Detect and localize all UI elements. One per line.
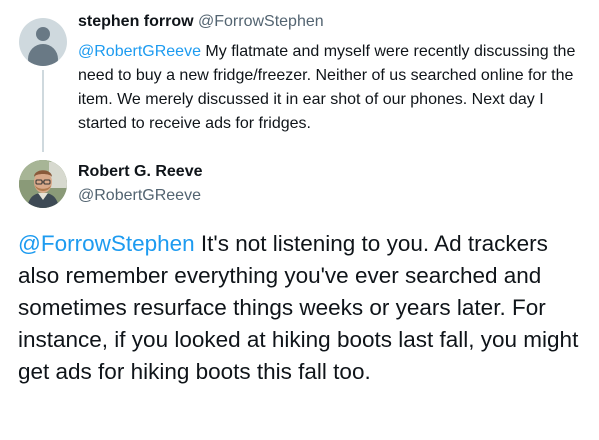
main-author-handle[interactable]: @RobertGReeve — [78, 186, 201, 206]
thread-connector-line — [42, 70, 44, 152]
main-tweet-text: @ForrowStephen It's not listening to you… — [18, 228, 588, 388]
default-profile-icon[interactable] — [19, 18, 67, 66]
reply-mention-link[interactable]: @RobertGReeve — [78, 43, 201, 60]
profile-photo-avatar[interactable] — [19, 160, 67, 208]
reply-author-name[interactable]: stephen forrow — [78, 13, 194, 30]
main-mention-link[interactable]: @ForrowStephen — [18, 231, 195, 256]
profile-photo-icon — [19, 160, 67, 208]
reply-tweet-text: @RobertGReeve My flatmate and myself wer… — [78, 40, 588, 136]
main-author-name[interactable]: Robert G. Reeve — [78, 162, 202, 182]
reply-tweet[interactable]: stephen forrow @ForrowStephen @RobertGRe… — [0, 0, 599, 152]
main-tweet[interactable]: Robert G. Reeve @RobertGReeve @ForrowSte… — [0, 150, 599, 440]
reply-author-handle[interactable]: @ForrowStephen — [198, 13, 324, 30]
avatar-body-shape — [28, 44, 58, 66]
reply-author-header: stephen forrow @ForrowStephen — [78, 12, 324, 32]
avatar-head-shape — [36, 27, 50, 41]
